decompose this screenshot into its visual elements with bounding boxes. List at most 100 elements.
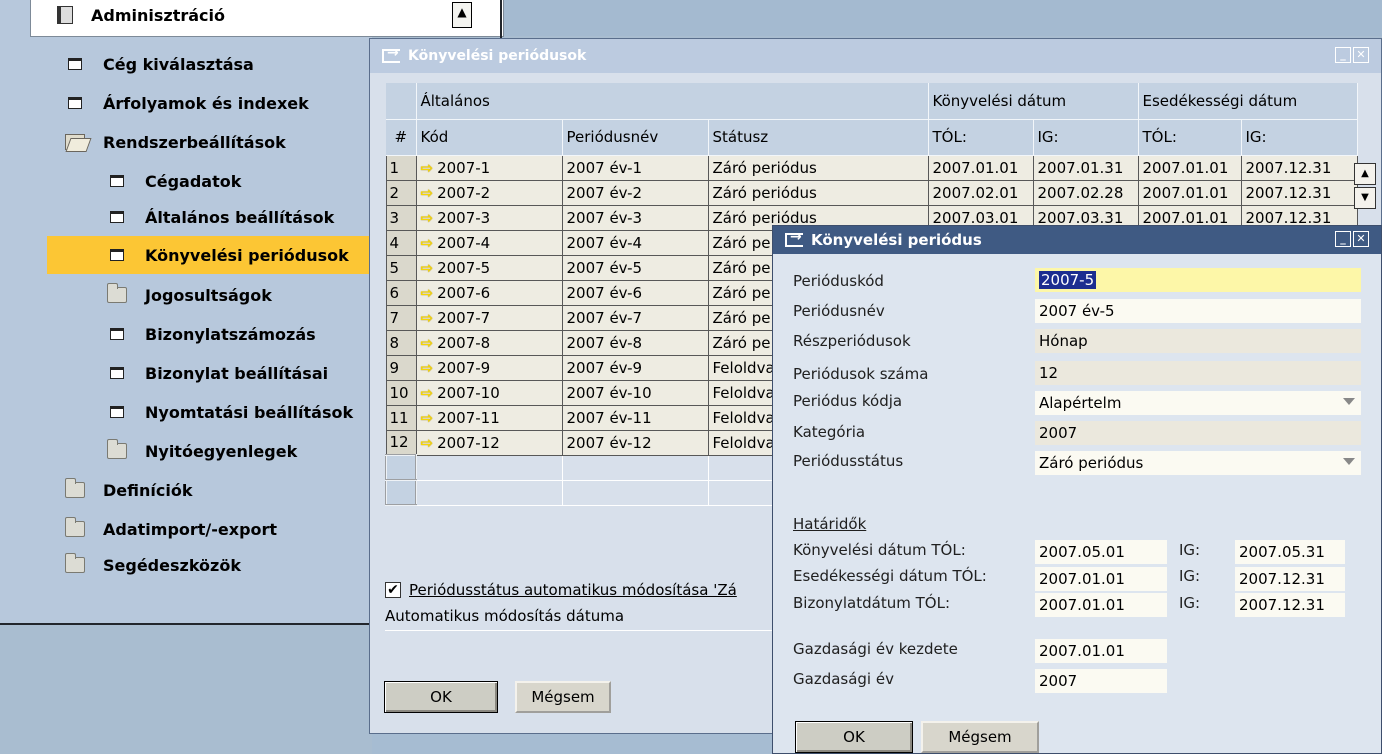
menu-item-utilities[interactable]: Segédeszközök [65,546,241,584]
column-header-due-from[interactable]: TÓL: [1138,119,1242,156]
row-number-cell[interactable]: 7 [385,304,417,331]
cell-text: 2007.03.01 [932,208,1019,227]
column-header-status[interactable]: Státusz [708,119,929,156]
dialog-cancel-button[interactable]: Mégsem [921,721,1039,753]
period-name-field[interactable]: 2007 év-5 [1035,299,1361,323]
menu-item-opening-balances[interactable]: Nyitóegyenlegek [107,432,297,470]
window-icon [382,45,400,63]
table-row[interactable]: 1 ⇨ 2007-1 2007 év-1 Záró periódus 2007.01.01… [385,154,1358,181]
close-icon[interactable]: ✕ [1353,47,1369,63]
document-date-from-field[interactable]: 2007.01.01 [1035,593,1167,617]
link-arrow-icon[interactable]: ⇨ [421,384,434,402]
cell-text: 2007-3 [437,208,491,227]
link-arrow-icon[interactable]: ⇨ [421,209,434,227]
link-arrow-icon[interactable]: ⇨ [421,259,434,277]
row-number-cell[interactable]: 5 [385,254,417,281]
column-header-due-to[interactable]: IG: [1241,119,1358,156]
minimize-icon[interactable]: _ [1335,231,1351,247]
row-number-cell[interactable]: 4 [385,229,417,256]
menu-item-general-settings[interactable]: Általános beállítások [107,198,334,236]
link-arrow-icon[interactable]: ⇨ [421,334,434,352]
due-date-to-label: IG: [1179,567,1201,585]
menu-item-exchange-rates[interactable]: Árfolyamok és indexek [65,84,309,122]
dialog-ok-button[interactable]: OK [795,721,913,753]
row-number-cell[interactable]: 6 [385,279,417,306]
due-date-from-cell: 2007.01.01 [1137,154,1242,181]
menu-item-document-settings[interactable]: Bizonylat beállításai [107,354,328,392]
cell-text: 2007 év-4 [566,233,643,252]
due-date-to-cell: 2007.12.31 [1240,179,1358,206]
cell-text: 11 [389,408,409,427]
due-date-to-field[interactable]: 2007.12.31 [1235,567,1345,591]
row-number-cell[interactable]: 1 [385,154,417,181]
column-header-posting-to[interactable]: IG: [1033,119,1139,156]
row-number-cell[interactable]: 3 [385,204,417,231]
posting-periods-titlebar[interactable]: Könyvelési periódusok _ ✕ [370,39,1381,73]
menu-item-posting-periods[interactable]: Könyvelési periódusok [47,236,372,274]
period-name-cell: 2007 év-9 [561,354,709,381]
link-arrow-icon[interactable]: ⇨ [421,184,434,202]
link-arrow-icon[interactable]: ⇨ [421,434,434,452]
row-number-cell[interactable]: 12 [385,429,417,456]
link-arrow-icon[interactable]: ⇨ [421,409,434,427]
ok-button[interactable]: OK [384,681,498,713]
menu-scroll-up-button[interactable]: ▲ [452,2,472,28]
fiscal-year-field[interactable]: 2007 [1035,669,1167,693]
auto-status-checkbox[interactable]: ✔ [385,582,401,598]
period-name-cell: 2007 év-6 [561,279,709,306]
menu-item-administration[interactable]: Adminisztráció [55,0,225,34]
column-header-posting-from[interactable]: TÓL: [928,119,1034,156]
menu-divider [500,0,502,40]
auto-date-label: Automatikus módosítás dátuma [385,607,625,625]
posting-date-from-field[interactable]: 2007.05.01 [1035,540,1167,564]
table-scroll-down-button[interactable]: ▼ [1354,187,1376,209]
period-indicator-dropdown[interactable]: Alapértelm [1035,391,1361,415]
link-arrow-icon[interactable]: ⇨ [421,234,434,252]
menu-item-document-numbering[interactable]: Bizonylatszámozás [107,315,316,353]
menu-item-label: Jogosultságok [145,285,272,305]
menu-item-system-settings[interactable]: Rendszerbeállítások [65,123,286,161]
cancel-button[interactable]: Mégsem [515,681,611,713]
cell-text: 2007-4 [437,233,491,252]
close-icon[interactable]: ✕ [1353,231,1369,247]
column-header-code[interactable]: Kód [416,119,563,156]
row-number-cell[interactable]: 10 [385,379,417,406]
menu-item-company-selection[interactable]: Cég kiválasztása [65,45,254,83]
minimize-icon[interactable]: _ [1335,47,1351,63]
folder-icon [65,553,85,573]
menu-item-authorizations[interactable]: Jogosultságok [107,276,272,314]
empty-cell [561,454,709,481]
menu-item-print-settings[interactable]: Nyomtatási beállítások [107,393,353,431]
link-arrow-icon[interactable]: ⇨ [421,359,434,377]
row-number-cell[interactable]: 9 [385,354,417,381]
posting-date-to-field[interactable]: 2007.05.31 [1235,540,1345,564]
cell-text: 2007.01.01 [932,158,1019,177]
link-arrow-icon[interactable]: ⇨ [421,159,434,177]
table-scroll-up-button[interactable]: ▲ [1354,163,1376,185]
auto-status-row: ✔ Periódusstátus automatikus módosítása … [385,581,737,599]
period-name-cell: 2007 év-2 [561,179,709,206]
period-name-cell: 2007 év-11 [561,404,709,431]
fiscal-year-start-field[interactable]: 2007.01.01 [1035,639,1167,663]
menu-item-definitions[interactable]: Definíciók [65,471,192,509]
posting-period-titlebar[interactable]: Könyvelési periódus _ ✕ [773,226,1381,254]
cell-text: 2007-5 [437,258,491,277]
table-row[interactable]: 2 ⇨ 2007-2 2007 év-2 Záró periódus 2007.02.01… [385,179,1358,206]
link-arrow-icon[interactable]: ⇨ [421,309,434,327]
row-number-cell[interactable]: 2 [385,179,417,206]
link-arrow-icon[interactable]: ⇨ [421,284,434,302]
row-number-cell[interactable]: 11 [385,404,417,431]
due-date-from-field[interactable]: 2007.01.01 [1035,567,1167,591]
column-header-number[interactable]: # [386,119,417,156]
menu-item-label: Bizonylatszámozás [145,324,316,344]
column-header-period-name[interactable]: Periódusnév [562,119,709,156]
document-date-to-field[interactable]: 2007.12.31 [1235,593,1345,617]
menu-item-data-import-export[interactable]: Adatimport/-export [65,510,277,548]
menu-item-company-details[interactable]: Cégadatok [107,162,241,200]
row-number-cell[interactable]: 8 [385,329,417,356]
period-status-dropdown[interactable]: Záró periódus [1035,451,1361,475]
posting-date-from-cell: 2007.01.01 [927,154,1034,181]
cell-text: 2007.01.01 [1142,183,1229,202]
cell-text: 7 [389,308,400,327]
period-code-field[interactable]: 2007-5 [1035,268,1361,292]
